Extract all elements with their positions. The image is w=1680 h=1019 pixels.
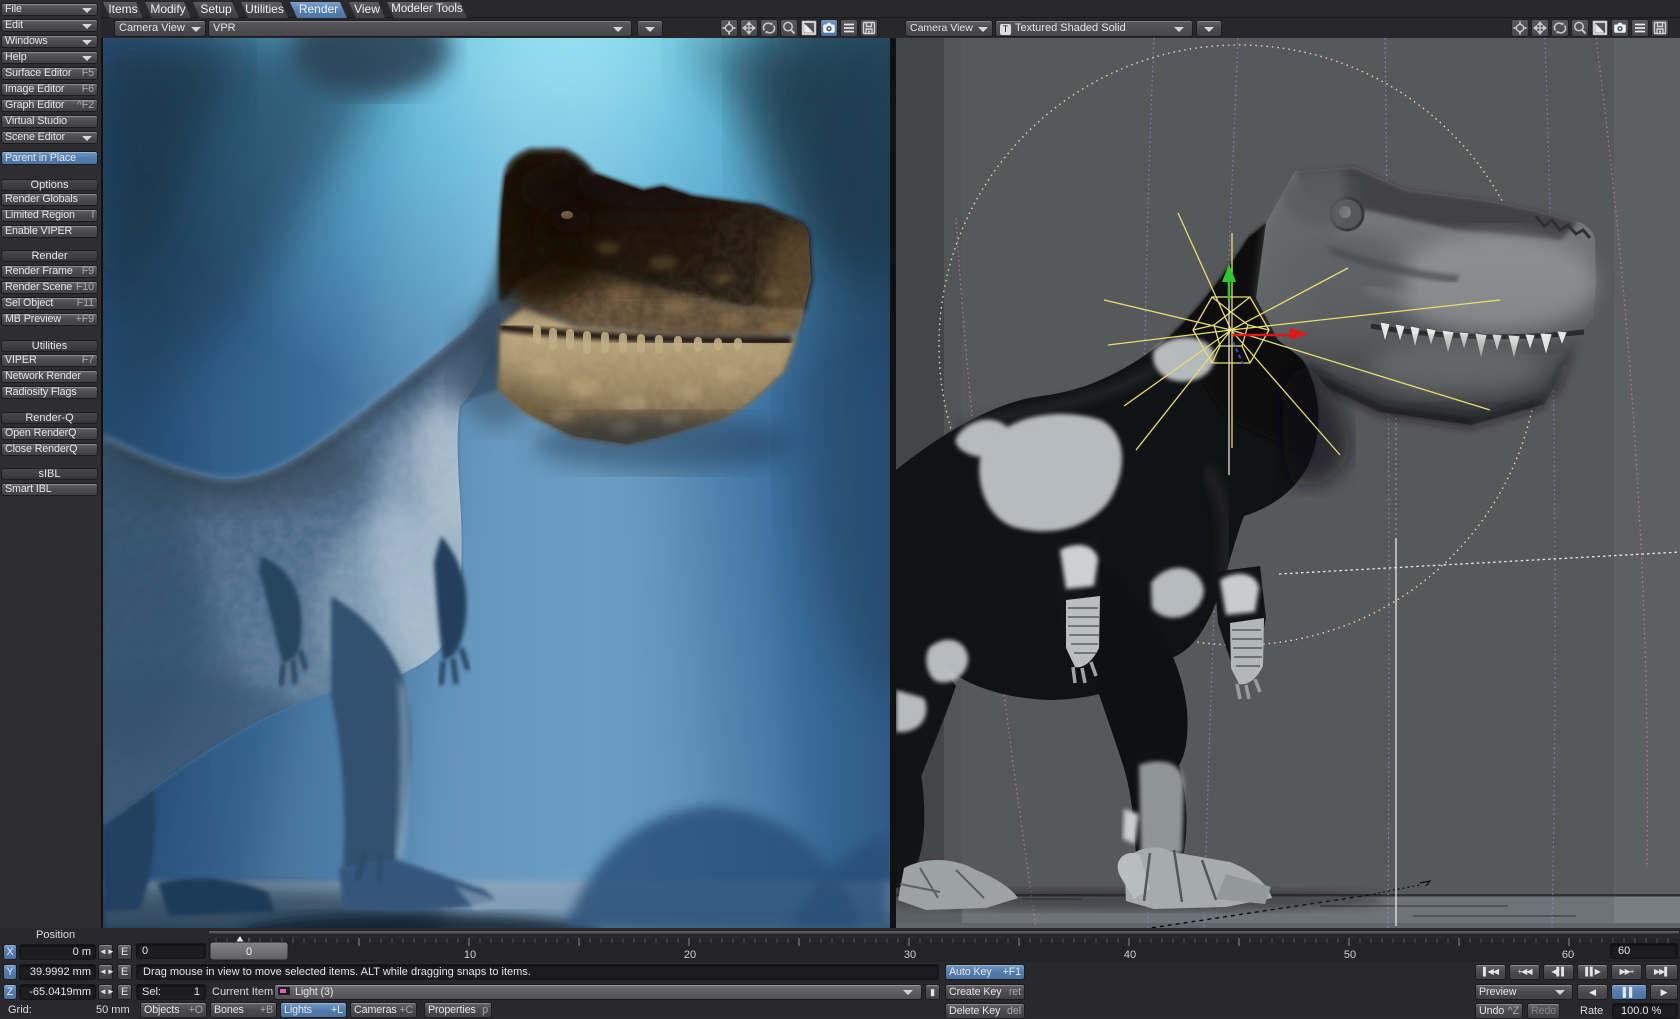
svg-text:0: 0 xyxy=(246,946,252,958)
svg-text:20: 20 xyxy=(684,949,696,961)
svg-text:50: 50 xyxy=(1344,949,1356,961)
svg-text:10: 10 xyxy=(464,949,476,961)
svg-text:30: 30 xyxy=(904,949,916,961)
svg-text:60: 60 xyxy=(1562,949,1574,961)
svg-text:40: 40 xyxy=(1124,949,1136,961)
